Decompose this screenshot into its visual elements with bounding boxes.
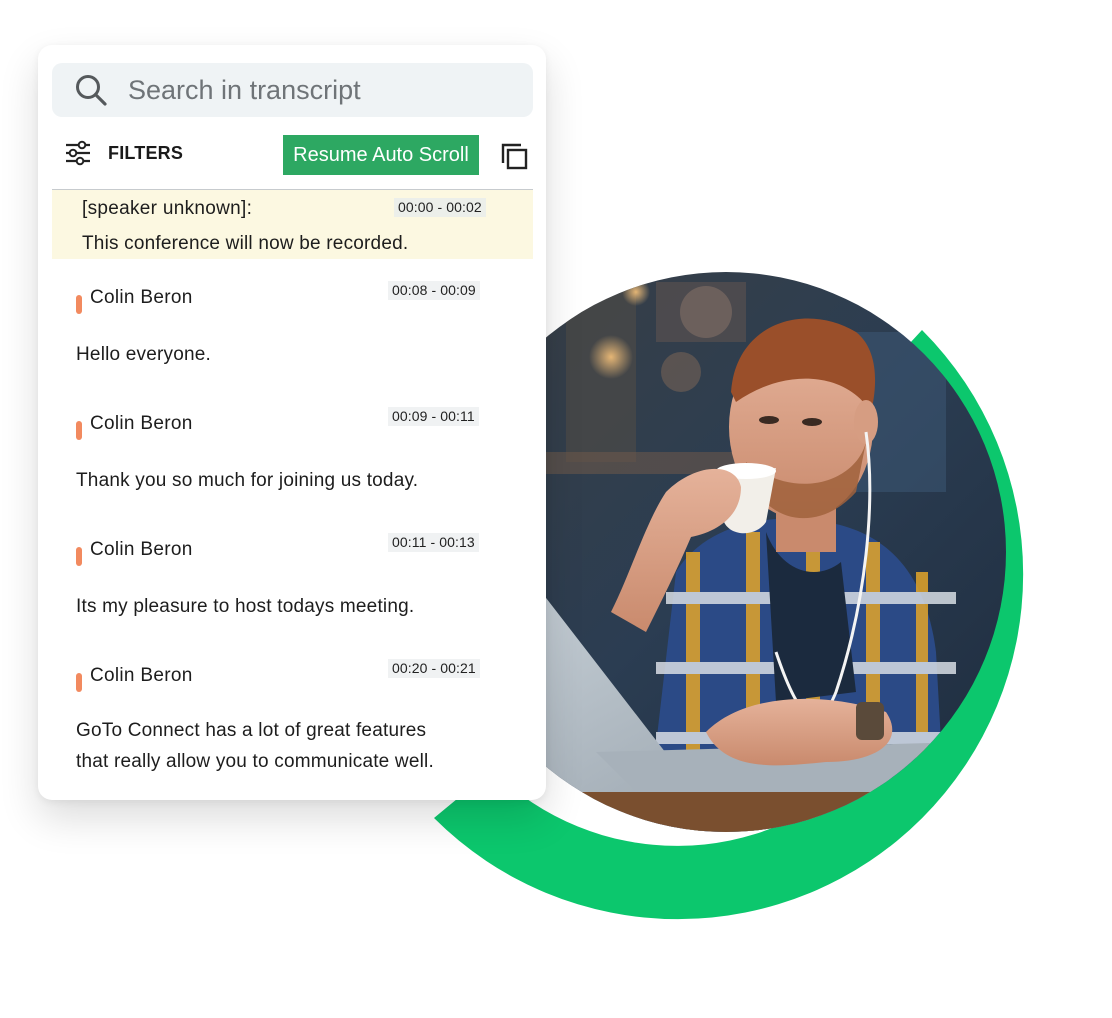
resume-auto-scroll-button[interactable]: Resume Auto Scroll	[283, 135, 479, 175]
speaker-name: Colin Beron	[90, 665, 193, 686]
speaker-marker	[76, 547, 82, 566]
transcript-toolbar: FILTERS Resume Auto Scroll	[38, 135, 546, 177]
message-text: Its my pleasure to host todays meeting.	[76, 596, 415, 617]
filters-label: FILTERS	[108, 142, 184, 163]
timestamp: 00:11 - 00:13	[388, 533, 479, 552]
speaker-name: [speaker unknown]:	[82, 198, 253, 219]
search-bar[interactable]	[52, 63, 533, 117]
transcript-entry[interactable]: Colin Beron 00:11 - 00:13 Its my pleasur…	[52, 527, 533, 637]
timestamp: 00:09 - 00:11	[388, 407, 479, 426]
speaker-name: Colin Beron	[90, 539, 193, 560]
timestamp: 00:00 - 00:02	[394, 198, 486, 217]
search-input[interactable]	[128, 74, 508, 106]
message-text: GoTo Connect has a lot of great features	[76, 720, 427, 741]
timestamp: 00:20 - 00:21	[388, 659, 480, 678]
speaker-marker	[76, 295, 82, 314]
message-text: Hello everyone.	[76, 344, 212, 365]
sliders-icon	[64, 139, 92, 167]
speaker-marker	[76, 421, 82, 440]
transcript-entry[interactable]: Colin Beron 00:09 - 00:11 Thank you so m…	[52, 401, 533, 511]
message-text: This conference will now be recorded.	[82, 233, 409, 254]
speaker-name: Colin Beron	[90, 413, 193, 434]
speaker-name: Colin Beron	[90, 287, 193, 308]
transcript-entry[interactable]: [speaker unknown]: 00:00 - 00:02 This co…	[52, 190, 533, 259]
transcript-entry[interactable]: Colin Beron 00:08 - 00:09 Hello everyone…	[52, 275, 533, 385]
transcript-entry[interactable]: Colin Beron 00:20 - 00:21 GoTo Connect h…	[52, 653, 533, 793]
copy-icon[interactable]	[500, 142, 528, 170]
filters-button[interactable]: FILTERS	[64, 139, 183, 167]
search-icon[interactable]	[74, 73, 108, 107]
message-text: that really allow you to communicate wel…	[76, 751, 434, 772]
transcript-panel: FILTERS Resume Auto Scroll [speaker unkn…	[38, 45, 546, 800]
page: FILTERS Resume Auto Scroll [speaker unkn…	[0, 0, 1112, 1018]
message-text: Thank you so much for joining us today.	[76, 470, 419, 491]
speaker-marker	[76, 673, 82, 692]
timestamp: 00:08 - 00:09	[388, 281, 480, 300]
